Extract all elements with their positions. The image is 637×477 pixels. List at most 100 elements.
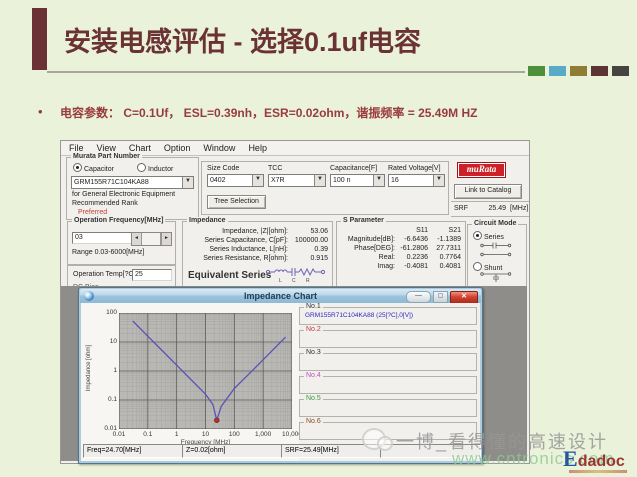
- y-tick: 10: [109, 338, 117, 345]
- chat-bubbles-icon: [362, 428, 393, 451]
- impedance-group-label: Impedance: [187, 217, 228, 225]
- menu-help[interactable]: Help: [248, 143, 267, 153]
- sparam-s21-value: 27.7311: [436, 245, 461, 252]
- sparam-s11-value: -6.6436: [404, 236, 428, 243]
- impedance-row-label: Series Resistance, R[ohm]:: [203, 255, 288, 262]
- equivalent-series-label: Equivalent Series: [188, 270, 272, 281]
- x-tick: 0.01: [112, 431, 126, 438]
- capacitance-select[interactable]: 100 n ▼: [330, 174, 385, 187]
- impedance-curve-chart: [119, 313, 292, 429]
- series-capacitor-circuit-icon: [480, 242, 512, 249]
- slide: 安装电感评估 - 选择0.1uf电容 • 电容参数： C=0.1Uf， ESL=…: [0, 0, 637, 477]
- legend-slot-2[interactable]: No.2: [299, 326, 477, 348]
- srf-unit: [MHz]: [510, 205, 529, 212]
- legend-slot-label: No.6: [304, 418, 323, 426]
- legend-slot-label: No.3: [304, 349, 323, 357]
- sparam-row-label: Magnitude[dB]:: [347, 236, 395, 243]
- equivalent-series-circuit-icon: L C R: [265, 267, 326, 284]
- accent-square: [549, 66, 566, 76]
- circuit-letter-l: L: [279, 278, 282, 284]
- menu-window[interactable]: Window: [203, 143, 235, 153]
- operation-frequency-group: Operation Frequency[MHz] 03 ◄ ► Range 0.…: [67, 217, 176, 266]
- impedance-row-label: Series Capacitance, C[pF]:: [204, 237, 288, 244]
- inductor-radio[interactable]: Inductor: [137, 163, 173, 173]
- operation-temp-label: Operation Temp[?C]: [73, 271, 136, 278]
- x-tick: 0.1: [143, 431, 153, 438]
- menu-file[interactable]: File: [69, 143, 84, 153]
- chevron-down-icon[interactable]: ▼: [314, 175, 325, 186]
- chart-window-titlebar[interactable]: Impedance Chart — ▢ ✕: [80, 289, 481, 304]
- chevron-down-icon[interactable]: ▼: [252, 175, 263, 186]
- tcc-value: X7R: [271, 177, 285, 184]
- x-tick: 1,000: [255, 431, 272, 438]
- chevron-down-icon[interactable]: ▼: [182, 177, 193, 188]
- minimize-button[interactable]: —: [406, 291, 431, 303]
- capacitor-radio-label: Capacitor: [84, 166, 114, 173]
- operation-frequency-label: Operation Frequency[MHz]: [72, 217, 166, 225]
- accent-square: [612, 66, 629, 76]
- shunt-radio-label: Shunt: [484, 265, 503, 272]
- sparam-row-label: Phase[DEG]:: [354, 245, 395, 252]
- chevron-down-icon[interactable]: ▼: [373, 175, 384, 186]
- legend-slot-1[interactable]: No.1 GRM155R71C104KA88 (25[?C],0[V]): [299, 303, 477, 325]
- rated-voltage-select[interactable]: 16 ▼: [388, 174, 445, 187]
- radio-selected-icon[interactable]: [473, 231, 482, 240]
- divider: [451, 201, 529, 202]
- x-tick: 100: [228, 431, 240, 438]
- frequency-input[interactable]: 03: [72, 232, 133, 244]
- part-number-value: GRM155R71C104KA88: [74, 179, 149, 186]
- legend-slot-4[interactable]: No.4: [299, 372, 477, 394]
- maximize-button[interactable]: ▢: [433, 291, 448, 303]
- legend-part-number: GRM155R71C104KA88 (25[?C],0[V]): [305, 312, 414, 319]
- sparam-s21-value: 0.7764: [439, 254, 461, 261]
- frequency-range-label: Range 0.03-6000[MHz]: [72, 249, 145, 256]
- circuit-letter-r: R: [306, 278, 310, 284]
- shunt-radio[interactable]: Shunt: [473, 262, 502, 272]
- page-title: 安装电感评估 - 选择0.1uf电容: [64, 27, 422, 57]
- legend-slot-label: No.4: [304, 372, 323, 380]
- impedance-row-label: Series Inductance, L[nH]:: [209, 246, 288, 253]
- circuit-letter-c: C: [292, 278, 296, 284]
- series-line-circuit-icon: [480, 252, 512, 257]
- edadoc-logo-rest: dadoc: [577, 453, 625, 470]
- edadoc-logo: Edadoc: [563, 446, 627, 473]
- menu-option[interactable]: Option: [164, 143, 191, 153]
- menu-chart[interactable]: Chart: [129, 143, 151, 153]
- sparam-s21-value: -1.1389: [437, 236, 461, 243]
- capacitor-radio[interactable]: Capacitor: [73, 163, 114, 173]
- legend-slot-3[interactable]: No.3: [299, 349, 477, 371]
- chevron-down-icon[interactable]: ▼: [433, 175, 444, 186]
- operation-temp-input[interactable]: 25: [132, 269, 172, 281]
- menu-view[interactable]: View: [97, 143, 116, 153]
- link-to-catalog-button[interactable]: Link to Catalog: [454, 184, 522, 199]
- bullet-marker: •: [38, 104, 43, 119]
- series-radio[interactable]: Series: [473, 231, 504, 241]
- sparam-s11-value: -61.2806: [400, 245, 428, 252]
- title-accent-squares: [528, 66, 629, 76]
- legend-slot-label: No.2: [304, 326, 323, 334]
- selection-group: Size Code 0402 ▼ TCC X7R ▼ Capacitance[F] …: [201, 161, 449, 215]
- sparam-row-label: Real:: [378, 254, 395, 261]
- legend-slot-5[interactable]: No.5: [299, 395, 477, 417]
- radio-unselected-icon[interactable]: [473, 262, 482, 271]
- part-description: for General Electronic Equipment: [72, 191, 176, 198]
- radio-unselected-icon[interactable]: [137, 163, 146, 172]
- frequency-scrollbar[interactable]: ◄ ►: [131, 232, 172, 246]
- part-number-select[interactable]: GRM155R71C104KA88 ▼: [71, 176, 194, 189]
- status-impedance: Z=0.02[ohm]: [182, 444, 282, 458]
- scrollbar-thumb[interactable]: [142, 233, 161, 245]
- tree-selection-button[interactable]: Tree Selection: [207, 195, 266, 209]
- size-code-select[interactable]: 0402 ▼: [207, 174, 264, 187]
- sparam-s11-value: 0.2236: [406, 254, 428, 261]
- scroll-right-icon[interactable]: ►: [161, 233, 171, 245]
- part-number-group: Murata Part Number Capacitor Inductor GR…: [66, 153, 199, 220]
- scroll-left-icon[interactable]: ◄: [132, 233, 142, 245]
- accent-square: [570, 66, 587, 76]
- tcc-select[interactable]: X7R ▼: [268, 174, 326, 187]
- s-parameter-group-label: S Parameter: [341, 217, 386, 225]
- srf-label: SRF: [454, 205, 468, 212]
- edadoc-tagline-strip: [569, 470, 627, 473]
- impedance-row-value: 0.39: [314, 246, 328, 253]
- radio-selected-icon[interactable]: [73, 163, 82, 172]
- s-parameter-group: S Parameter S11 S21 Magnitude[dB]: -6.64…: [336, 217, 466, 287]
